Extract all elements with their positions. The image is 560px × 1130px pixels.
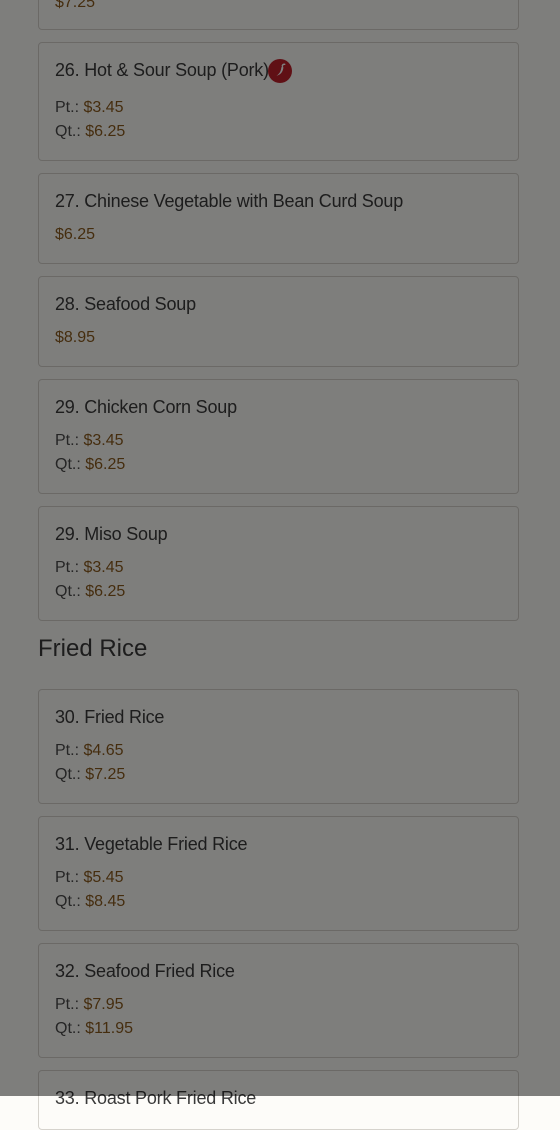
modal-backdrop-overlay[interactable] [0,0,560,1096]
